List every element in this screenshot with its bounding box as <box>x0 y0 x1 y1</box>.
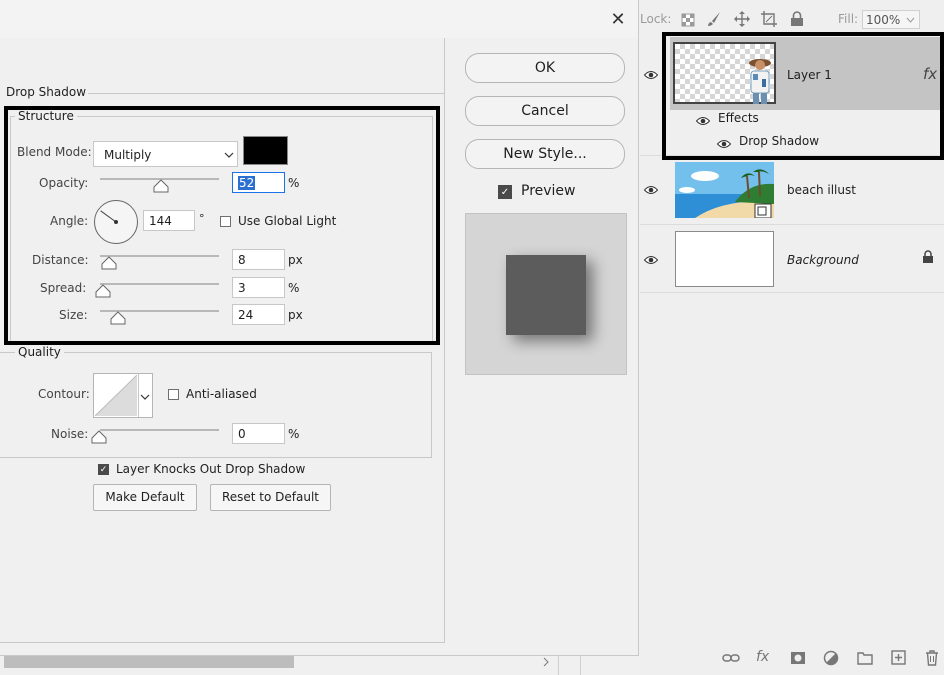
chevron-down-icon <box>906 17 915 23</box>
structure-highlight-box <box>4 106 440 345</box>
background-layer-name[interactable]: Background <box>787 253 859 267</box>
cancel-button[interactable]: Cancel <box>465 96 625 126</box>
contour-label: Contour: <box>38 387 90 401</box>
noise-slider-thumb[interactable] <box>91 430 107 444</box>
eye-icon[interactable] <box>644 70 658 80</box>
ok-button[interactable]: OK <box>465 53 625 83</box>
fill-value: 100% <box>866 13 901 27</box>
anti-aliased-checkbox[interactable] <box>168 389 179 400</box>
lock-transparent-pixels-icon[interactable] <box>681 13 695 27</box>
delete-layer-icon[interactable] <box>925 650 939 666</box>
reset-to-default-button[interactable]: Reset to Default <box>210 484 331 511</box>
lock-position-icon[interactable] <box>734 11 750 27</box>
lock-artboard-icon[interactable] <box>761 11 777 27</box>
preview-thumbnail <box>465 213 627 375</box>
preview-label: Preview <box>521 183 576 199</box>
lock-icon <box>923 250 933 263</box>
contour-preview <box>95 375 137 416</box>
quality-legend: Quality <box>15 345 64 359</box>
lock-image-pixels-icon[interactable] <box>706 11 722 27</box>
noise-label: Noise: <box>51 427 89 441</box>
beach-illust-name[interactable]: beach illust <box>787 183 856 197</box>
fill-input[interactable]: 100% <box>862 10 920 29</box>
noise-slider-track[interactable] <box>100 429 219 431</box>
lock-all-icon[interactable] <box>790 11 804 27</box>
background-thumbnail <box>675 231 774 287</box>
preview-square <box>506 255 586 335</box>
eye-icon[interactable] <box>644 255 658 265</box>
dialog-title-bar <box>0 0 638 38</box>
beach-illust-thumbnail <box>675 162 774 218</box>
section-divider <box>88 93 444 94</box>
eye-icon[interactable] <box>644 185 658 195</box>
make-default-button[interactable]: Make Default <box>93 484 197 511</box>
adjustment-layer-icon[interactable] <box>823 650 839 666</box>
link-layers-icon[interactable] <box>722 651 740 665</box>
quality-group <box>0 352 432 458</box>
noise-unit: % <box>288 427 300 441</box>
layers-panel: Lock: Fill: 100% Layer 1 fx Effects Drop… <box>640 0 944 675</box>
new-layer-icon[interactable] <box>891 650 906 665</box>
chevron-right-icon[interactable] <box>542 657 550 667</box>
noise-input[interactable]: 0 <box>232 423 285 444</box>
layer-style-dialog: ✕ Drop Shadow Structure Blend Mode: Mult… <box>0 0 639 668</box>
new-group-icon[interactable] <box>857 651 873 665</box>
add-mask-icon[interactable] <box>790 651 806 665</box>
divider <box>558 655 559 675</box>
section-title: Drop Shadow <box>6 85 87 99</box>
layer-row-background[interactable]: Background <box>640 225 944 293</box>
horizontal-scrollbar-thumb[interactable] <box>4 656 294 668</box>
divider <box>580 655 581 675</box>
fill-label: Fill: <box>838 12 859 26</box>
close-icon[interactable]: ✕ <box>606 8 630 32</box>
chevron-down-icon <box>140 394 150 400</box>
layer-1-highlight-box <box>662 32 944 160</box>
anti-aliased-label: Anti-aliased <box>186 387 257 401</box>
preview-checkbox[interactable]: ✓ <box>498 185 512 199</box>
add-layer-style-icon[interactable]: fx <box>756 649 769 665</box>
new-style-button[interactable]: New Style... <box>465 139 625 169</box>
lock-label: Lock: <box>640 12 672 26</box>
knocks-out-label: Layer Knocks Out Drop Shadow <box>116 462 306 476</box>
knocks-out-checkbox[interactable]: ✓ <box>98 464 109 475</box>
contour-picker[interactable] <box>93 373 153 418</box>
layer-row-beach-illust[interactable]: beach illust <box>640 157 944 225</box>
